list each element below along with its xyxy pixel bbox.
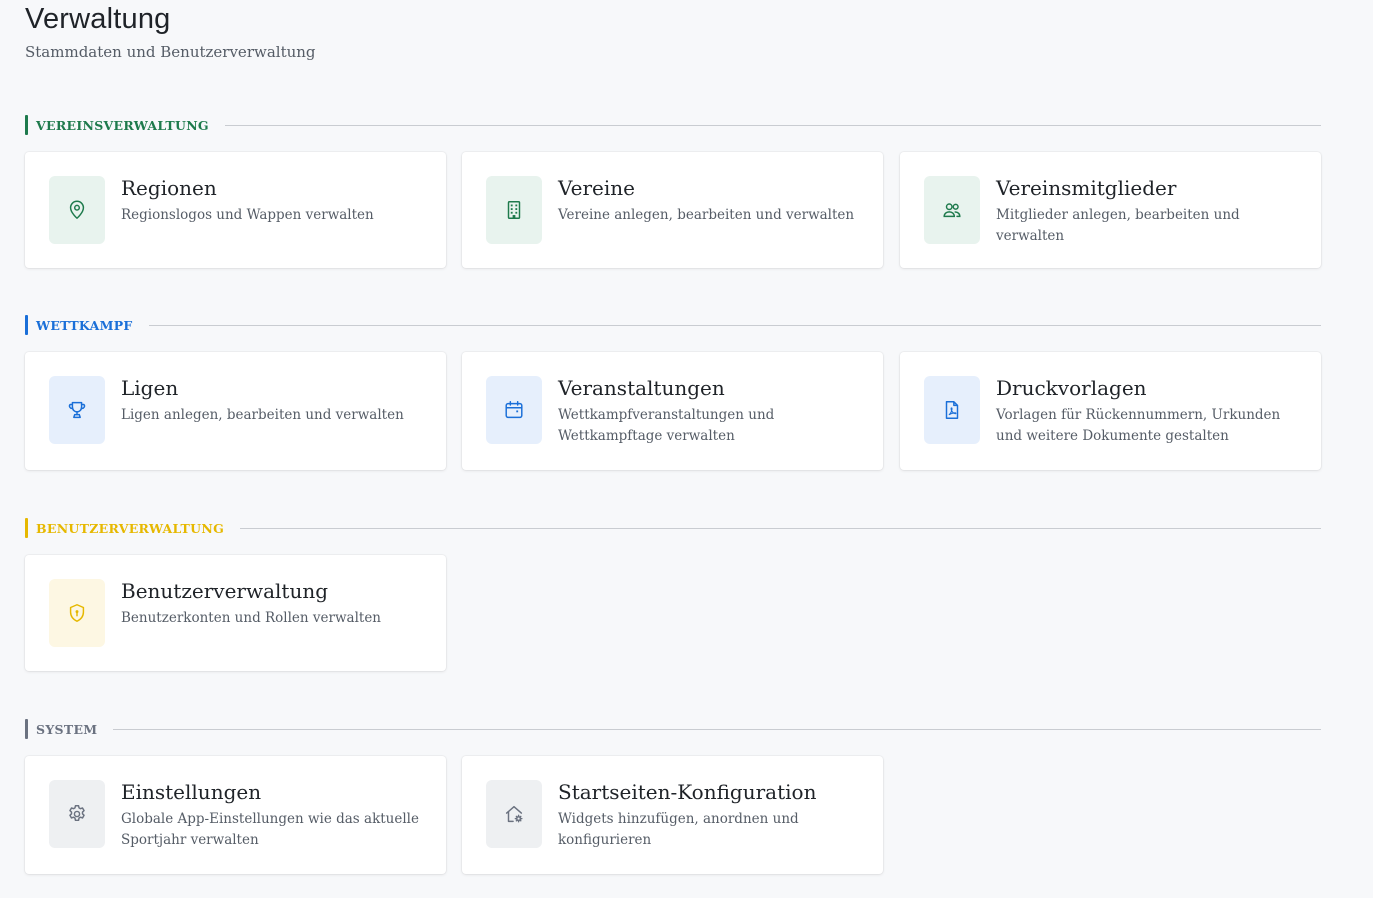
- section-benutzerverwaltung: BENUTZERVERWALTUNG Benutzerverwaltung Be…: [25, 517, 1321, 673]
- section-wettkampf: WETTKAMPF Ligen Ligen anlegen, bearbeite…: [25, 314, 1321, 470]
- card-description: Benutzerkonten und Rollen verwalten: [121, 610, 382, 626]
- users-icon: [924, 176, 980, 244]
- section-accent-bar: [25, 518, 28, 538]
- card-description: Widgets hinzufügen, anordnen und konfigu…: [558, 811, 799, 848]
- calendar-icon: [486, 376, 542, 444]
- section-accent-bar: [25, 115, 28, 135]
- section-label: SYSTEM: [36, 721, 98, 737]
- card-einstellungen[interactable]: Einstellungen Globale App-Einstellungen …: [25, 756, 446, 874]
- card-description: Mitglieder anlegen, bearbeiten und verwa…: [996, 207, 1240, 244]
- card-title: Ligen: [121, 376, 179, 400]
- card-vereinsmitglieder[interactable]: Vereinsmitglieder Mitglieder anlegen, be…: [900, 152, 1321, 268]
- section-divider: [148, 324, 1321, 326]
- card-title: Veranstaltungen: [558, 376, 725, 400]
- home-gear-icon: [486, 780, 542, 848]
- section-accent-bar: [25, 315, 28, 335]
- section-header: SYSTEM: [25, 718, 1321, 740]
- section-divider: [224, 124, 1321, 126]
- card-description: Vorlagen für Rückennummern, Urkunden und…: [996, 407, 1281, 444]
- card-ligen[interactable]: Ligen Ligen anlegen, bearbeiten und verw…: [25, 352, 446, 470]
- card-title: Regionen: [121, 176, 217, 200]
- card-description: Vereine anlegen, bearbeiten und verwalte…: [558, 207, 855, 223]
- section-system: SYSTEM Einstellungen Globale App-Einstel…: [25, 718, 1321, 874]
- section-label: VEREINSVERWALTUNG: [36, 117, 209, 133]
- card-title: Vereine: [558, 176, 635, 200]
- card-startseiten-konfiguration[interactable]: Startseiten-Konfiguration Widgets hinzuf…: [462, 756, 883, 874]
- card-title: Startseiten-Konfiguration: [558, 780, 817, 804]
- shield-lock-icon: [49, 579, 105, 647]
- gear-icon: [49, 780, 105, 848]
- section-label: BENUTZERVERWALTUNG: [36, 520, 225, 536]
- trophy-icon: [49, 376, 105, 444]
- section-accent-bar: [25, 719, 28, 739]
- card-druckvorlagen[interactable]: Druckvorlagen Vorlagen für Rückennummern…: [900, 352, 1321, 470]
- building-icon: [486, 176, 542, 244]
- card-veranstaltungen[interactable]: Veranstaltungen Wettkampfveranstaltungen…: [462, 352, 883, 470]
- section-header: WETTKAMPF: [25, 314, 1321, 336]
- card-benutzerverwaltung[interactable]: Benutzerverwaltung Benutzerkonten und Ro…: [25, 555, 446, 671]
- section-header: VEREINSVERWALTUNG: [25, 114, 1321, 136]
- card-regionen[interactable]: Regionen Regionslogos und Wappen verwalt…: [25, 152, 446, 268]
- section-label: WETTKAMPF: [36, 317, 133, 333]
- card-description: Globale App-Einstellungen wie das aktuel…: [121, 811, 419, 848]
- page-subtitle: Stammdaten und Benutzerverwaltung: [25, 43, 316, 61]
- card-title: Vereinsmitglieder: [996, 176, 1177, 200]
- card-title: Einstellungen: [121, 780, 262, 804]
- section-divider: [113, 728, 1321, 730]
- card-title: Benutzerverwaltung: [121, 579, 329, 603]
- card-title: Druckvorlagen: [996, 376, 1147, 400]
- section-vereinsverwaltung: VEREINSVERWALTUNG Regionen Regionslogos …: [25, 114, 1321, 270]
- card-description: Wettkampfveranstaltungen und Wettkampfta…: [558, 407, 775, 444]
- map-pin-icon: [49, 176, 105, 244]
- card-description: Ligen anlegen, bearbeiten und verwalten: [121, 407, 404, 423]
- card-description: Regionslogos und Wappen verwalten: [121, 207, 374, 223]
- section-header: BENUTZERVERWALTUNG: [25, 517, 1321, 539]
- page-title: Verwaltung: [25, 3, 171, 35]
- pdf-file-icon: [924, 376, 980, 444]
- section-divider: [240, 527, 1321, 529]
- card-vereine[interactable]: Vereine Vereine anlegen, bearbeiten und …: [462, 152, 883, 268]
